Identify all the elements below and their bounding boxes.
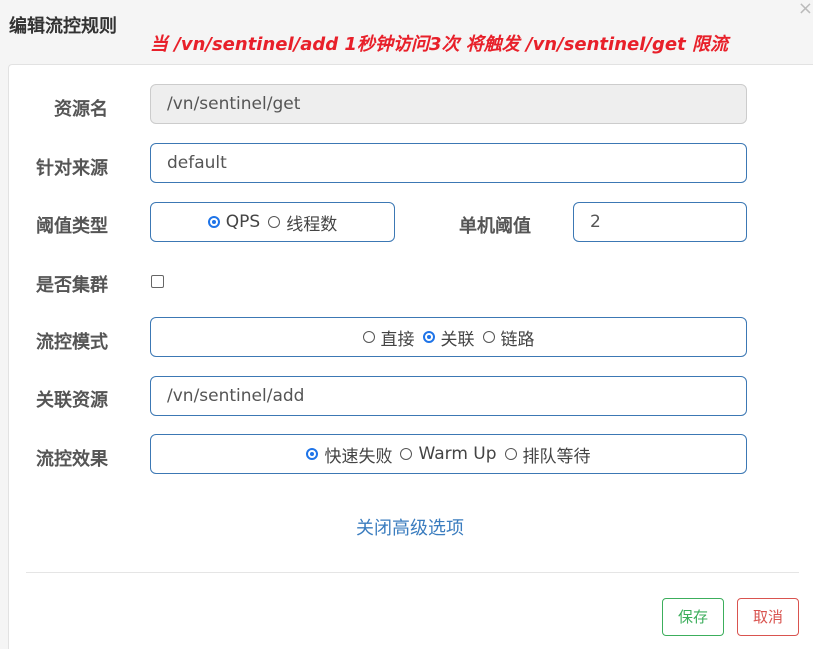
radio-label: 直接	[380, 329, 415, 350]
strategy-direct-radio[interactable]: 直接	[362, 325, 415, 350]
threshold-type-qps-radio[interactable]: QPS	[207, 212, 261, 232]
behavior-queue-radio[interactable]: 排队等待	[504, 442, 591, 467]
divider	[26, 572, 799, 573]
behavior-warm-up-radio[interactable]: Warm Up	[400, 444, 497, 464]
ref-resource-input[interactable]: /vn/sentinel/add	[150, 376, 747, 416]
strategy-chain-radio[interactable]: 链路	[482, 325, 535, 350]
radio-checked-icon	[207, 216, 220, 228]
radio-unchecked-icon	[482, 331, 495, 343]
save-button[interactable]: 保存	[662, 598, 724, 636]
close-icon[interactable]: ×	[798, 0, 813, 19]
threshold-type-label: 阈值类型	[36, 216, 108, 237]
resource-name-label: 资源名	[54, 99, 108, 120]
radio-unchecked-icon	[504, 448, 517, 460]
single-threshold-input[interactable]: 2	[573, 202, 747, 242]
radio-label: 排队等待	[522, 446, 591, 467]
limit-app-input[interactable]: default	[150, 143, 747, 183]
radio-label: 关联	[440, 329, 475, 350]
control-behavior-group: 快速失败 Warm Up 排队等待	[150, 434, 747, 474]
limit-app-label: 针对来源	[36, 158, 108, 179]
single-threshold-label: 单机阈值	[459, 216, 531, 237]
radio-label: QPS	[225, 212, 261, 232]
strategy-label: 流控模式	[36, 332, 108, 353]
radio-label: Warm Up	[418, 444, 497, 464]
radio-unchecked-icon	[400, 448, 413, 460]
resource-name-input: /vn/sentinel/get	[150, 84, 747, 124]
cancel-button[interactable]: 取消	[737, 598, 799, 636]
behavior-fast-fail-radio[interactable]: 快速失败	[306, 442, 392, 467]
toggle-advanced-link[interactable]: 关闭高级选项	[356, 514, 464, 540]
control-behavior-label: 流控效果	[36, 449, 108, 470]
radio-checked-icon	[422, 331, 435, 343]
strategy-relate-radio[interactable]: 关联	[422, 325, 475, 350]
radio-unchecked-icon	[268, 216, 281, 228]
radio-checked-icon	[306, 448, 319, 460]
strategy-group: 直接 关联 链路	[150, 317, 747, 357]
annotation-text: 当 /vn/sentinel/add 1秒钟访问3次 将触发 /vn/senti…	[150, 34, 728, 55]
radio-label: 线程数	[286, 214, 338, 235]
ref-resource-label: 关联资源	[36, 390, 108, 411]
radio-label: 快速失败	[324, 446, 393, 467]
cluster-checkbox[interactable]	[151, 275, 164, 288]
threshold-type-thread-radio[interactable]: 线程数	[268, 210, 337, 235]
cluster-label: 是否集群	[36, 275, 108, 296]
radio-label: 链路	[500, 329, 535, 350]
dialog-title: 编辑流控规则	[9, 16, 117, 37]
threshold-type-group: QPS 线程数	[150, 202, 395, 242]
radio-unchecked-icon	[362, 331, 375, 343]
